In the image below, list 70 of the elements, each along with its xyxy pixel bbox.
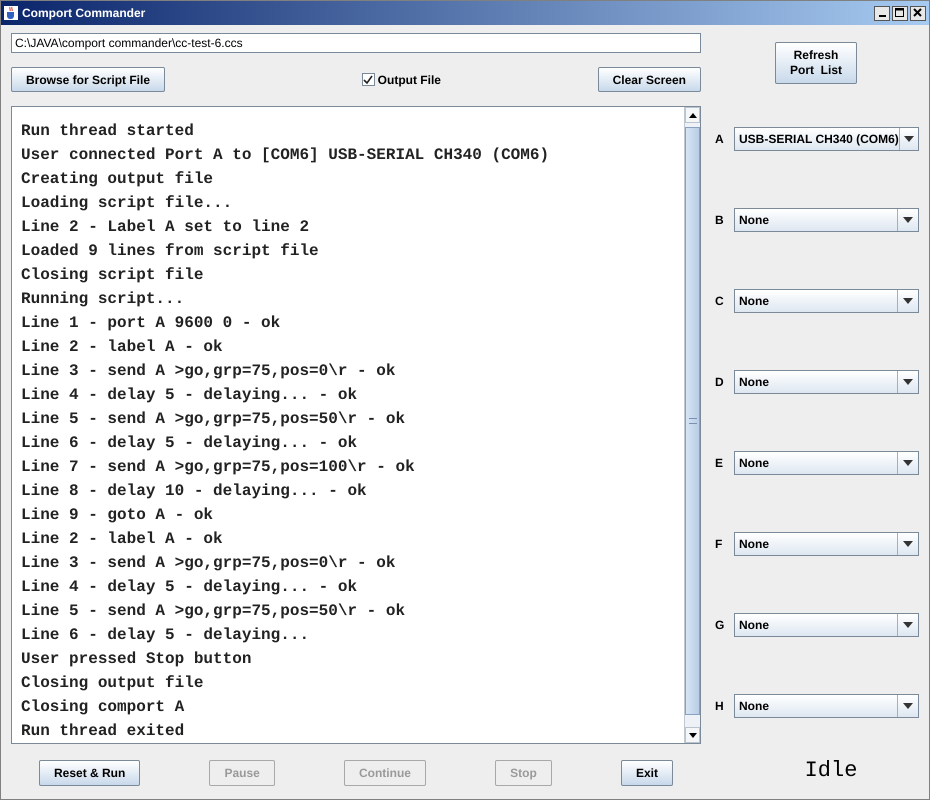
- console-line: Closing script file: [21, 265, 204, 286]
- minimize-button[interactable]: [874, 6, 890, 20]
- minimize-icon: [878, 15, 886, 17]
- window-title: Comport Commander: [22, 6, 146, 20]
- console-line: Line 8 - delay 10 - delaying... - ok: [21, 481, 368, 502]
- caret-icon: [903, 379, 913, 385]
- console-line: Line 5 - send A >go,grp=75,pos=50\r - ok: [21, 409, 406, 430]
- port-label: H: [715, 699, 724, 713]
- console-line: Line 4 - delay 5 - delaying... - ok: [21, 385, 358, 406]
- down-arrow-icon: [688, 732, 696, 738]
- caret-icon: [903, 298, 913, 304]
- port-label: E: [715, 456, 724, 470]
- console-line: Line 5 - send A >go,grp=75,pos=50\r - ok: [21, 601, 406, 622]
- coffee-cup-icon: [4, 6, 18, 20]
- console-line: Line 6 - delay 5 - delaying...: [21, 625, 310, 646]
- refresh-port-list-button[interactable]: Refresh Port List: [774, 42, 857, 84]
- port-dropdown[interactable]: None: [734, 370, 919, 394]
- console-line: Line 3 - send A >go,grp=75,pos=0\r - ok: [21, 361, 396, 382]
- browse-button[interactable]: Browse for Script File: [11, 67, 166, 92]
- console-line: Line 2 - label A - ok: [21, 337, 224, 358]
- port-label: A: [715, 132, 724, 146]
- up-arrow-icon: [688, 112, 696, 118]
- console-line: Running script...: [21, 289, 186, 310]
- console-line: Line 6 - delay 5 - delaying... - ok: [21, 433, 358, 454]
- console-line: User pressed Stop button: [21, 649, 252, 670]
- caret-icon: [903, 217, 913, 223]
- output-file-checkbox[interactable]: Output File: [362, 72, 441, 86]
- port-dropdown[interactable]: None: [734, 694, 919, 718]
- maximize-icon: [894, 7, 906, 19]
- console-line: Line 4 - delay 5 - delaying... - ok: [21, 577, 358, 598]
- console-line: Creating output file: [21, 169, 214, 190]
- port-label: D: [715, 375, 724, 389]
- caret-icon: [903, 541, 913, 547]
- close-button[interactable]: [910, 6, 926, 20]
- caret-icon: [903, 703, 913, 709]
- console-line: Line 7 - send A >go,grp=75,pos=100\r - ok: [21, 457, 416, 478]
- port-dropdown[interactable]: None: [734, 289, 919, 313]
- port-label: F: [715, 537, 724, 551]
- console-line: Closing comport A: [21, 697, 186, 718]
- control-button[interactable]: Exit: [620, 760, 673, 786]
- close-icon: [912, 7, 924, 19]
- port-dropdown[interactable]: None: [734, 532, 919, 556]
- console-line: Line 2 - Label A set to line 2: [21, 217, 310, 238]
- console-line: Run thread exited: [21, 721, 186, 742]
- script-path-field[interactable]: C:\JAVA\comport commander\cc-test-6.ccs: [11, 33, 701, 53]
- vertical-scrollbar[interactable]: [684, 107, 700, 743]
- checkmark-icon: [363, 74, 374, 84]
- console-line: User connected Port A to [COM6] USB-SERIAL CH340 (COM6): [21, 145, 550, 166]
- console-line: Loaded 9 lines from script file: [21, 241, 320, 262]
- console-line: Run thread started: [21, 121, 195, 142]
- port-label: B: [715, 213, 724, 227]
- port-dropdown[interactable]: USB-SERIAL CH340 (COM6): [734, 127, 919, 151]
- console-line: Line 1 - port A 9600 0 - ok: [21, 313, 282, 334]
- console-line: Loading script file...: [21, 193, 234, 214]
- console-line: Line 9 - goto A - ok: [21, 505, 214, 526]
- port-label: G: [715, 618, 724, 632]
- console-line: Closing output file: [21, 673, 204, 694]
- maximize-button[interactable]: [892, 6, 908, 20]
- console-line: Line 2 - label A - ok: [21, 529, 224, 550]
- console-line: Line 3 - send A >go,grp=75,pos=0\r - ok: [21, 553, 396, 574]
- caret-icon: [903, 622, 913, 628]
- clear-screen-button[interactable]: Clear Screen: [598, 67, 701, 92]
- status-text: Idle: [804, 758, 858, 783]
- port-dropdown[interactable]: None: [734, 451, 919, 475]
- caret-icon: [904, 136, 914, 142]
- port-label: C: [715, 294, 724, 308]
- port-dropdown[interactable]: None: [734, 208, 919, 232]
- control-button[interactable]: Reset & Run: [39, 760, 140, 786]
- caret-icon: [903, 460, 913, 466]
- port-dropdown[interactable]: None: [734, 613, 919, 637]
